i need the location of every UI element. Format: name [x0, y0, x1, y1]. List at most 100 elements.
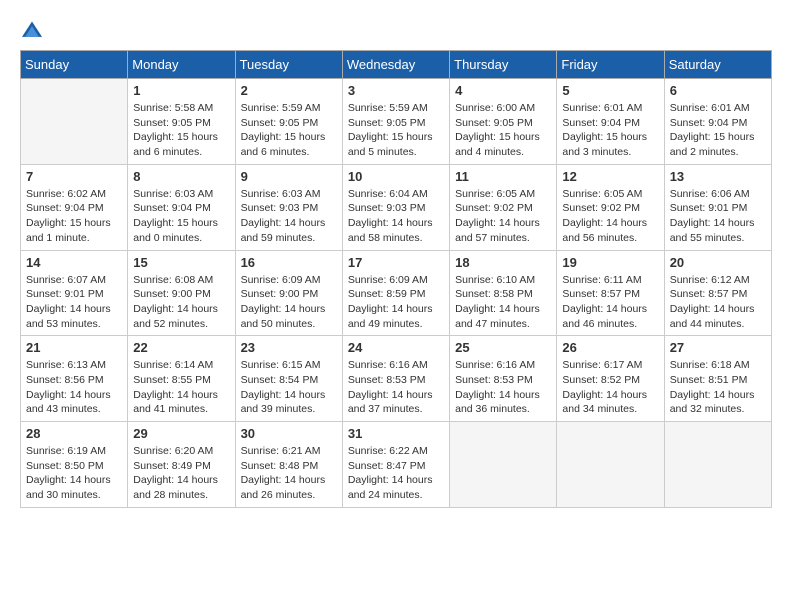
day-number: 16: [241, 255, 337, 270]
weekday-header: Tuesday: [235, 51, 342, 79]
calendar-day-cell: [664, 422, 771, 508]
day-number: 10: [348, 169, 444, 184]
day-info: Sunrise: 6:04 AMSunset: 9:03 PMDaylight:…: [348, 187, 444, 246]
day-number: 11: [455, 169, 551, 184]
calendar-day-cell: 10 Sunrise: 6:04 AMSunset: 9:03 PMDayligh…: [342, 164, 449, 250]
weekday-header: Monday: [128, 51, 235, 79]
day-info: Sunrise: 6:09 AMSunset: 9:00 PMDaylight:…: [241, 273, 337, 332]
day-number: 19: [562, 255, 658, 270]
weekday-header: Thursday: [450, 51, 557, 79]
day-info: Sunrise: 6:09 AMSunset: 8:59 PMDaylight:…: [348, 273, 444, 332]
calendar-day-cell: 5 Sunrise: 6:01 AMSunset: 9:04 PMDaylight…: [557, 79, 664, 165]
day-info: Sunrise: 6:07 AMSunset: 9:01 PMDaylight:…: [26, 273, 122, 332]
day-number: 27: [670, 340, 766, 355]
day-info: Sunrise: 6:16 AMSunset: 8:53 PMDaylight:…: [455, 358, 551, 417]
calendar-day-cell: 16 Sunrise: 6:09 AMSunset: 9:00 PMDayligh…: [235, 250, 342, 336]
calendar-day-cell: 18Sunrise: 6:10 AMSunset: 8:58 PMDayligh…: [450, 250, 557, 336]
logo: [20, 20, 48, 40]
day-number: 7: [26, 169, 122, 184]
day-number: 23: [241, 340, 337, 355]
calendar-week-row: 28Sunrise: 6:19 AMSunset: 8:50 PMDayligh…: [21, 422, 772, 508]
day-info: Sunrise: 6:02 AMSunset: 9:04 PMDaylight:…: [26, 187, 122, 246]
day-info: Sunrise: 6:10 AMSunset: 8:58 PMDaylight:…: [455, 273, 551, 332]
calendar-week-row: 21Sunrise: 6:13 AMSunset: 8:56 PMDayligh…: [21, 336, 772, 422]
calendar-day-cell: 20 Sunrise: 6:12 AMSunset: 8:57 PMDayligh…: [664, 250, 771, 336]
day-number: 29: [133, 426, 229, 441]
day-number: 14: [26, 255, 122, 270]
calendar-day-cell: 29 Sunrise: 6:20 AMSunset: 8:49 PMDayligh…: [128, 422, 235, 508]
logo-icon: [20, 20, 44, 40]
day-info: Sunrise: 6:16 AMSunset: 8:53 PMDaylight:…: [348, 358, 444, 417]
calendar-day-cell: 23 Sunrise: 6:15 AMSunset: 8:54 PMDayligh…: [235, 336, 342, 422]
calendar-day-cell: 25 Sunrise: 6:16 AMSunset: 8:53 PMDayligh…: [450, 336, 557, 422]
day-info: Sunrise: 6:22 AMSunset: 8:47 PMDaylight:…: [348, 444, 444, 503]
day-info: Sunrise: 6:13 AMSunset: 8:56 PMDaylight:…: [26, 358, 122, 417]
day-number: 9: [241, 169, 337, 184]
day-number: 5: [562, 83, 658, 98]
calendar-table: SundayMondayTuesdayWednesdayThursdayFrid…: [20, 50, 772, 508]
day-info: Sunrise: 6:03 AMSunset: 9:04 PMDaylight:…: [133, 187, 229, 246]
calendar-day-cell: 1 Sunrise: 5:58 AMSunset: 9:05 PMDaylight…: [128, 79, 235, 165]
calendar-day-cell: 26 Sunrise: 6:17 AMSunset: 8:52 PMDayligh…: [557, 336, 664, 422]
day-number: 20: [670, 255, 766, 270]
calendar-week-row: 14 Sunrise: 6:07 AMSunset: 9:01 PMDayligh…: [21, 250, 772, 336]
day-info: Sunrise: 6:17 AMSunset: 8:52 PMDaylight:…: [562, 358, 658, 417]
calendar-day-cell: 15 Sunrise: 6:08 AMSunset: 9:00 PMDayligh…: [128, 250, 235, 336]
day-info: Sunrise: 6:01 AMSunset: 9:04 PMDaylight:…: [562, 101, 658, 160]
calendar-week-row: 1 Sunrise: 5:58 AMSunset: 9:05 PMDaylight…: [21, 79, 772, 165]
day-info: Sunrise: 6:12 AMSunset: 8:57 PMDaylight:…: [670, 273, 766, 332]
day-number: 8: [133, 169, 229, 184]
page-header: [20, 20, 772, 40]
day-info: Sunrise: 6:03 AMSunset: 9:03 PMDaylight:…: [241, 187, 337, 246]
day-number: 28: [26, 426, 122, 441]
weekday-header: Saturday: [664, 51, 771, 79]
day-info: Sunrise: 5:59 AMSunset: 9:05 PMDaylight:…: [348, 101, 444, 160]
day-number: 24: [348, 340, 444, 355]
day-info: Sunrise: 6:05 AMSunset: 9:02 PMDaylight:…: [455, 187, 551, 246]
calendar-day-cell: 19Sunrise: 6:11 AMSunset: 8:57 PMDayligh…: [557, 250, 664, 336]
day-number: 12: [562, 169, 658, 184]
calendar-day-cell: 24 Sunrise: 6:16 AMSunset: 8:53 PMDayligh…: [342, 336, 449, 422]
calendar-day-cell: 27 Sunrise: 6:18 AMSunset: 8:51 PMDayligh…: [664, 336, 771, 422]
calendar-day-cell: [557, 422, 664, 508]
day-number: 4: [455, 83, 551, 98]
day-info: Sunrise: 6:00 AMSunset: 9:05 PMDaylight:…: [455, 101, 551, 160]
calendar-day-cell: 30 Sunrise: 6:21 AMSunset: 8:48 PMDayligh…: [235, 422, 342, 508]
day-info: Sunrise: 6:21 AMSunset: 8:48 PMDaylight:…: [241, 444, 337, 503]
day-number: 6: [670, 83, 766, 98]
calendar-day-cell: 31 Sunrise: 6:22 AMSunset: 8:47 PMDayligh…: [342, 422, 449, 508]
calendar-day-cell: [21, 79, 128, 165]
calendar-day-cell: 2Sunrise: 5:59 AMSunset: 9:05 PMDaylight…: [235, 79, 342, 165]
day-number: 30: [241, 426, 337, 441]
calendar-day-cell: [450, 422, 557, 508]
day-number: 25: [455, 340, 551, 355]
calendar-day-cell: 22 Sunrise: 6:14 AMSunset: 8:55 PMDayligh…: [128, 336, 235, 422]
day-info: Sunrise: 6:15 AMSunset: 8:54 PMDaylight:…: [241, 358, 337, 417]
calendar-day-cell: 12 Sunrise: 6:05 AMSunset: 9:02 PMDayligh…: [557, 164, 664, 250]
weekday-header: Friday: [557, 51, 664, 79]
day-info: Sunrise: 6:08 AMSunset: 9:00 PMDaylight:…: [133, 273, 229, 332]
day-number: 3: [348, 83, 444, 98]
day-info: Sunrise: 6:18 AMSunset: 8:51 PMDaylight:…: [670, 358, 766, 417]
day-number: 15: [133, 255, 229, 270]
day-info: Sunrise: 6:14 AMSunset: 8:55 PMDaylight:…: [133, 358, 229, 417]
day-number: 13: [670, 169, 766, 184]
day-info: Sunrise: 5:59 AMSunset: 9:05 PMDaylight:…: [241, 101, 337, 160]
day-info: Sunrise: 6:06 AMSunset: 9:01 PMDaylight:…: [670, 187, 766, 246]
day-info: Sunrise: 6:20 AMSunset: 8:49 PMDaylight:…: [133, 444, 229, 503]
calendar-day-cell: 13 Sunrise: 6:06 AMSunset: 9:01 PMDayligh…: [664, 164, 771, 250]
calendar-day-cell: 3 Sunrise: 5:59 AMSunset: 9:05 PMDaylight…: [342, 79, 449, 165]
day-info: Sunrise: 6:01 AMSunset: 9:04 PMDaylight:…: [670, 101, 766, 160]
day-number: 1: [133, 83, 229, 98]
day-number: 31: [348, 426, 444, 441]
weekday-header: Sunday: [21, 51, 128, 79]
calendar-day-cell: 7 Sunrise: 6:02 AMSunset: 9:04 PMDaylight…: [21, 164, 128, 250]
calendar-day-cell: 21Sunrise: 6:13 AMSunset: 8:56 PMDayligh…: [21, 336, 128, 422]
day-info: Sunrise: 6:05 AMSunset: 9:02 PMDaylight:…: [562, 187, 658, 246]
day-number: 26: [562, 340, 658, 355]
weekday-header: Wednesday: [342, 51, 449, 79]
calendar-day-cell: 17Sunrise: 6:09 AMSunset: 8:59 PMDayligh…: [342, 250, 449, 336]
day-number: 22: [133, 340, 229, 355]
day-info: Sunrise: 5:58 AMSunset: 9:05 PMDaylight:…: [133, 101, 229, 160]
calendar-day-cell: 4 Sunrise: 6:00 AMSunset: 9:05 PMDaylight…: [450, 79, 557, 165]
